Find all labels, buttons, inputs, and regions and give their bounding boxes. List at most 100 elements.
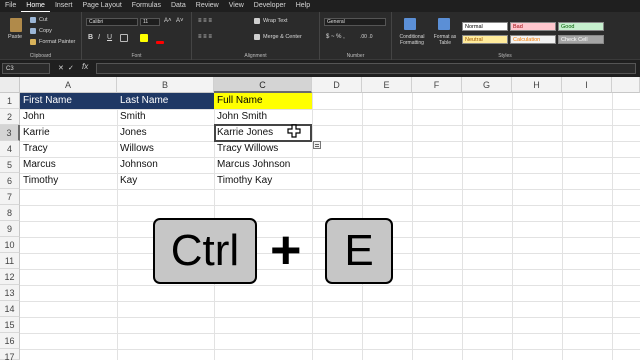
- cell-a4[interactable]: Tracy: [20, 141, 117, 157]
- row-header-4[interactable]: 4: [0, 141, 20, 157]
- wrap-text-button[interactable]: Wrap Text: [263, 18, 288, 24]
- insert-function-icon[interactable]: fx: [82, 62, 88, 71]
- column-header-a[interactable]: A: [20, 77, 117, 93]
- cell-c6[interactable]: Timothy Kay: [214, 173, 312, 189]
- style-good[interactable]: Good: [558, 22, 604, 31]
- cell-b4[interactable]: Willows: [117, 141, 214, 157]
- accounting-icon[interactable]: $ ~ % ,: [326, 34, 345, 40]
- gridline: [20, 333, 640, 334]
- cell-a6[interactable]: Timothy: [20, 173, 117, 189]
- formula-input[interactable]: [96, 63, 636, 74]
- cell-c1[interactable]: Full Name: [214, 93, 312, 109]
- tab-formulas[interactable]: Formulas: [127, 0, 166, 12]
- borders-icon[interactable]: [120, 34, 128, 42]
- tab-file[interactable]: File: [0, 0, 21, 12]
- cell-b2[interactable]: Smith: [117, 109, 214, 125]
- row-header-17[interactable]: 17: [0, 349, 20, 360]
- cancel-icon[interactable]: ✕: [58, 64, 64, 72]
- column-header-c[interactable]: C: [214, 77, 312, 93]
- conditional-formatting-icon: [404, 18, 416, 30]
- cell-c4[interactable]: Tracy Willows: [214, 141, 312, 157]
- gridline: [20, 349, 640, 350]
- row-header-2[interactable]: 2: [0, 109, 20, 125]
- format-table-button[interactable]: Format as Table: [432, 34, 458, 46]
- style-bad[interactable]: Bad: [510, 22, 556, 31]
- tab-help[interactable]: Help: [291, 0, 315, 12]
- column-header-b[interactable]: B: [117, 77, 214, 93]
- row-header-9[interactable]: 9: [0, 221, 20, 237]
- bold-icon[interactable]: B: [88, 34, 93, 41]
- decimal-icon[interactable]: .00 .0: [360, 34, 373, 40]
- fill-color-icon[interactable]: [140, 34, 148, 42]
- row-header-6[interactable]: 6: [0, 173, 20, 189]
- column-header-g[interactable]: G: [462, 77, 512, 93]
- column-header-j[interactable]: [612, 77, 640, 93]
- row-header-12[interactable]: 12: [0, 269, 20, 285]
- italic-icon[interactable]: I: [98, 34, 100, 41]
- cell-c5[interactable]: Marcus Johnson: [214, 157, 312, 173]
- format-painter-icon: [30, 39, 36, 45]
- font-name-select[interactable]: Calibri: [86, 18, 138, 26]
- row-header-1[interactable]: 1: [0, 93, 20, 109]
- row-header-13[interactable]: 13: [0, 285, 20, 301]
- select-all-corner[interactable]: [0, 77, 20, 93]
- paste-button[interactable]: Paste: [8, 34, 22, 40]
- column-header-i[interactable]: I: [562, 77, 612, 93]
- row-header-11[interactable]: 11: [0, 253, 20, 269]
- font-size-select[interactable]: 11: [140, 18, 160, 26]
- tab-insert[interactable]: Insert: [50, 0, 78, 12]
- cut-button[interactable]: Cut: [39, 17, 48, 23]
- gridline: [412, 93, 413, 360]
- style-neutral[interactable]: Neutral: [462, 35, 508, 44]
- column-header-d[interactable]: D: [312, 77, 362, 93]
- style-normal[interactable]: Normal: [462, 22, 508, 31]
- row-header-7[interactable]: 7: [0, 189, 20, 205]
- cell-b5[interactable]: Johnson: [117, 157, 214, 173]
- row-header-15[interactable]: 15: [0, 317, 20, 333]
- tab-developer[interactable]: Developer: [249, 0, 291, 12]
- align-top-icon[interactable]: ≡ ≡ ≡: [198, 18, 212, 24]
- flash-fill-options-icon[interactable]: [313, 141, 321, 149]
- row-header-8[interactable]: 8: [0, 205, 20, 221]
- shrink-font-icon[interactable]: A˅: [176, 18, 184, 24]
- tab-page-layout[interactable]: Page Layout: [77, 0, 126, 12]
- row-header-5[interactable]: 5: [0, 157, 20, 173]
- cell-a1[interactable]: First Name: [20, 93, 117, 109]
- tab-home[interactable]: Home: [21, 0, 50, 12]
- conditional-formatting-button[interactable]: Conditional Formatting: [396, 34, 428, 46]
- tab-data[interactable]: Data: [166, 0, 191, 12]
- cell-a2[interactable]: John: [20, 109, 117, 125]
- format-painter-button[interactable]: Format Painter: [39, 39, 75, 45]
- cell-b6[interactable]: Kay: [117, 173, 214, 189]
- tab-view[interactable]: View: [224, 0, 249, 12]
- number-format-select[interactable]: General: [324, 18, 386, 26]
- grow-font-icon[interactable]: A˄: [164, 18, 172, 24]
- style-calculation[interactable]: Calculation: [510, 35, 556, 44]
- copy-button[interactable]: Copy: [39, 28, 52, 34]
- font-color-icon[interactable]: [156, 41, 164, 44]
- column-header-h[interactable]: H: [512, 77, 562, 93]
- name-box[interactable]: C3: [2, 63, 50, 74]
- cell-b1[interactable]: Last Name: [117, 93, 214, 109]
- align-left-icon[interactable]: ≡ ≡ ≡: [198, 34, 212, 40]
- merge-center-button[interactable]: Merge & Center: [263, 34, 302, 40]
- cell-a5[interactable]: Marcus: [20, 157, 117, 173]
- column-header-e[interactable]: E: [362, 77, 412, 93]
- enter-icon[interactable]: ✓: [68, 64, 74, 72]
- tab-review[interactable]: Review: [191, 0, 224, 12]
- merge-center-icon: [254, 34, 260, 40]
- row-header-10[interactable]: 10: [0, 237, 20, 253]
- cell-a3[interactable]: Karrie: [20, 125, 117, 141]
- underline-icon[interactable]: U: [107, 34, 112, 41]
- ribbon: Paste Cut Copy Format Painter Clipboard …: [0, 12, 640, 60]
- row-header-16[interactable]: 16: [0, 333, 20, 349]
- paste-icon[interactable]: [10, 18, 22, 32]
- cell-c2[interactable]: John Smith: [214, 109, 312, 125]
- row-header-3[interactable]: 3: [0, 125, 20, 141]
- font-size-value: 11: [143, 19, 149, 25]
- column-header-f[interactable]: F: [412, 77, 462, 93]
- row-header-14[interactable]: 14: [0, 301, 20, 317]
- gridline: [462, 93, 463, 360]
- cell-b3[interactable]: Jones: [117, 125, 214, 141]
- style-check-cell[interactable]: Check Cell: [558, 35, 604, 44]
